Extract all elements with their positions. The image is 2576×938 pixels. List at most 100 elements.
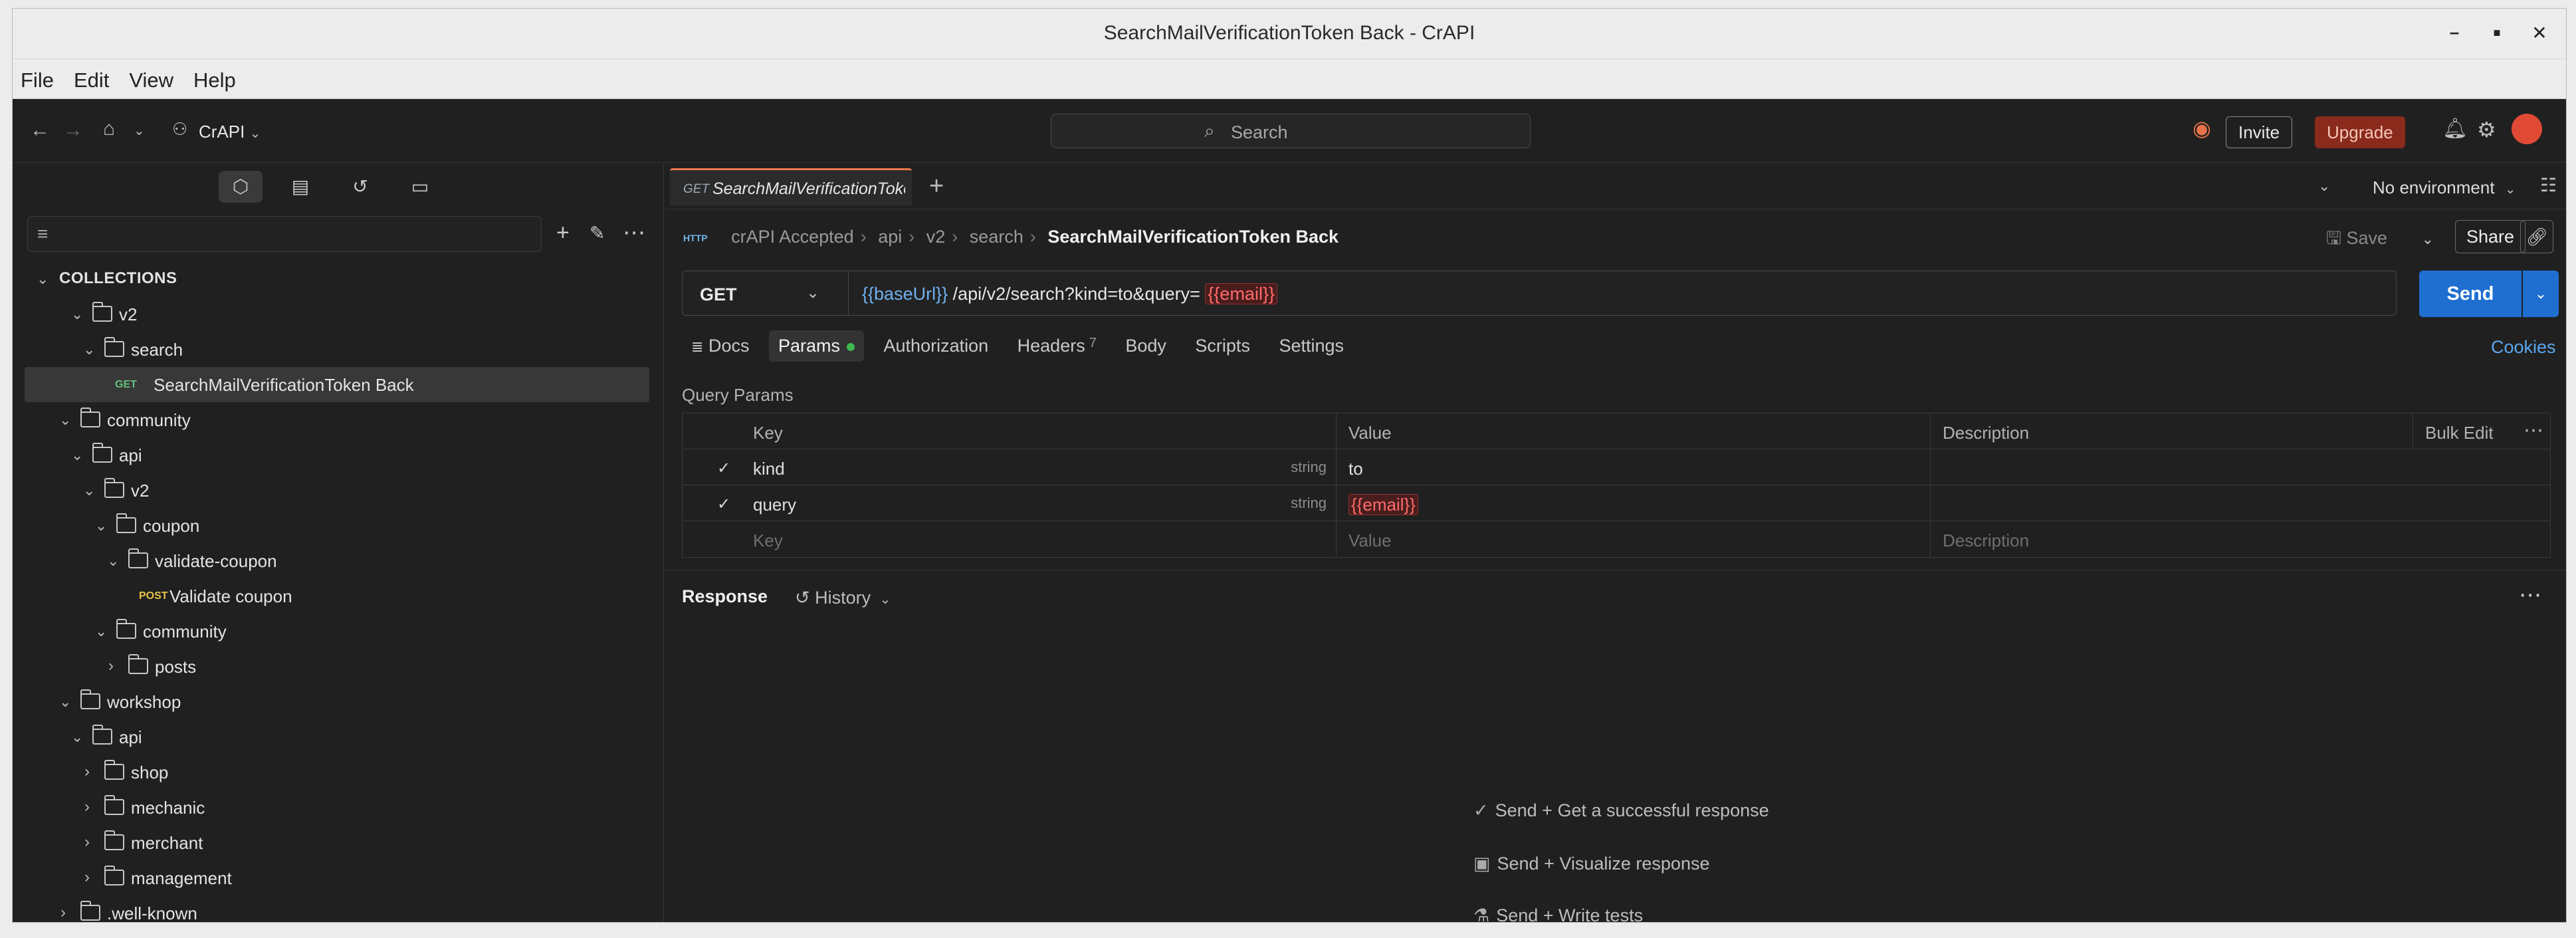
tab-scripts[interactable]: Scripts [1186,330,1259,362]
menu-help[interactable]: Help [193,68,236,92]
tree-item-selected[interactable]: GET SearchMailVerificationToken Back [25,367,649,402]
upgrade-button[interactable]: Upgrade [2315,116,2405,148]
tree-item[interactable]: › mechanic [13,790,651,825]
tab-docs[interactable]: ≣ Docs [682,330,758,362]
tree-item[interactable]: ⌄ v2 [13,473,651,508]
param-key-cell[interactable]: ✓ kind string [683,449,1337,485]
collections-icon[interactable]: ⬡ [219,171,263,203]
chevron-down-icon[interactable]: ⌄ [2318,179,2330,193]
param-value[interactable]: to [1337,449,1931,485]
menu-edit[interactable]: Edit [74,68,109,92]
hint-write-tests[interactable]: ⚗ Send + Write tests [1473,905,1643,922]
new-description-input[interactable]: Description [1931,521,2551,557]
forward-arrow-icon[interactable]: → [63,120,83,140]
chevron-down-icon: ⌄ [83,341,96,358]
method-select[interactable]: GET ⌄ [683,271,849,315]
new-tab-icon[interactable]: + [929,172,944,201]
headers-count: 7 [1089,336,1097,350]
tree-item[interactable]: › merchant [13,825,651,860]
checkbox-checked-icon[interactable]: ✓ [717,495,730,514]
breadcrumb-item[interactable]: search [970,227,1023,247]
tree-item[interactable]: POST Validate coupon [13,578,651,614]
add-icon[interactable]: + [556,221,570,244]
chevron-right-icon: › [84,833,90,851]
bulk-edit-button[interactable]: Bulk Edit ⋯ [2413,413,2551,449]
param-key-cell[interactable]: ✓ query string [683,485,1337,521]
check-badge-icon: ✓ [1473,800,1489,820]
tree-item[interactable]: ⌄ community [13,402,651,437]
chevron-down-icon[interactable]: ⌄ [2523,271,2559,317]
hint-successful-response[interactable]: ✓ Send + Get a successful response [1473,800,1769,821]
tree-item[interactable]: ⌄ api [13,719,651,755]
url-input[interactable]: {{baseUrl}} /api/v2/search?kind=to&query… [862,283,1277,304]
close-icon[interactable]: ✕ [2526,22,2553,44]
tree-item-label: validate-coupon [155,551,277,571]
tree-item[interactable]: › .well-known [13,895,651,922]
collections-header[interactable]: ⌄ COLLECTIONS [13,261,651,296]
share-button[interactable]: Share [2455,220,2526,253]
tree-item[interactable]: ⌄ search [13,332,651,367]
checkbox-checked-icon[interactable]: ✓ [717,459,730,478]
chevron-down-icon[interactable]: ⌄ [2422,231,2434,247]
tree-item[interactable]: › management [13,860,651,895]
new-value-input[interactable]: Value [1337,521,1931,557]
workspace-switcher[interactable]: CrAPI ⌄ [199,122,261,142]
sidebar: ⬡ ▤ ↺ ▭ ≡ + ✎ ⋯ ⌄ COLLECTIONS ⌄ v2 ⌄ searc… [13,163,664,922]
link-icon[interactable]: 🔗︎ [2520,220,2553,253]
sync-icon[interactable]: ◉ [2193,118,2211,139]
back-arrow-icon[interactable]: ← [30,120,50,140]
hint-label: Send + Visualize response [1497,854,1710,874]
tree-item[interactable]: ⌄ validate-coupon [13,543,651,578]
tab-settings[interactable]: Settings [1269,330,1353,362]
environment-quick-look-icon[interactable]: ☷ [2540,176,2557,195]
more-options-icon[interactable]: ⋯ [2523,419,2543,442]
param-description[interactable] [1931,485,2551,521]
new-request-icon[interactable]: ✎ [590,224,605,243]
breadcrumb-item[interactable]: v2 [926,227,946,247]
sidebar-filter-input[interactable]: ≡ [27,216,542,252]
more-options-icon[interactable]: ⋯ [623,221,645,244]
maximize-icon[interactable]: ■ [2484,26,2510,40]
invite-button[interactable]: Invite [2226,116,2293,148]
param-description[interactable] [1931,449,2551,485]
request-name[interactable]: SearchMailVerificationToken Back [1047,227,1339,247]
environment-selector[interactable]: No environment ⌄ [2373,177,2516,198]
tree-item[interactable]: ⌄ v2 [13,296,651,332]
bell-icon[interactable]: 🔔︎ [2442,119,2468,139]
request-tab[interactable]: GET SearchMailVerificationToke [670,168,912,205]
gear-icon[interactable]: ⚙ [2477,119,2496,140]
save-button[interactable]: 🖫 Save ⌄ [2326,225,2434,256]
menu-view[interactable]: View [129,68,173,92]
tree-item[interactable]: ⌄ api [13,437,651,473]
tree-item[interactable]: ⌄ workshop [13,684,651,719]
new-key-input[interactable]: Key [683,521,1337,557]
environments-icon[interactable]: ▤ [278,171,322,203]
tab-headers[interactable]: Headers 7 [1008,330,1106,362]
tab-authorization[interactable]: Authorization [875,330,998,362]
tab-bar: GET SearchMailVerificationToke + ⌄ No en… [665,163,2566,209]
tree-item[interactable]: ⌄ community [13,614,651,649]
search-input[interactable]: ⌕ Search [1051,114,1531,148]
tree-item[interactable]: › posts [13,649,651,684]
breadcrumb-item[interactable]: crAPI Accepted [731,227,854,247]
tab-params[interactable]: Params [768,330,865,362]
param-type: string [1291,495,1327,511]
breadcrumb-item[interactable]: api [878,227,902,247]
home-icon[interactable]: ⌂ [103,119,115,139]
chevron-down-icon[interactable]: ⌄ [134,124,145,138]
minimize-icon[interactable]: – [2441,22,2468,43]
send-button[interactable]: Send [2419,271,2522,317]
avatar[interactable] [2512,114,2542,144]
menu-file[interactable]: File [21,68,54,92]
tab-body[interactable]: Body [1116,330,1176,362]
tree-item-label: mechanic [131,798,205,818]
folder-icon[interactable]: ▭ [398,171,442,203]
hint-visualize-response[interactable]: ▣ Send + Visualize response [1473,854,1709,874]
more-options-icon[interactable]: ⋯ [2519,584,2541,606]
tree-item[interactable]: ⌄ coupon [13,508,651,543]
param-value-cell[interactable]: {{email}} [1337,485,1931,521]
tree-item[interactable]: › shop [13,755,651,790]
history-dropdown[interactable]: ↺ History ⌄ [795,588,891,608]
history-icon[interactable]: ↺ [338,171,382,203]
cookies-link[interactable]: Cookies [2491,337,2556,358]
